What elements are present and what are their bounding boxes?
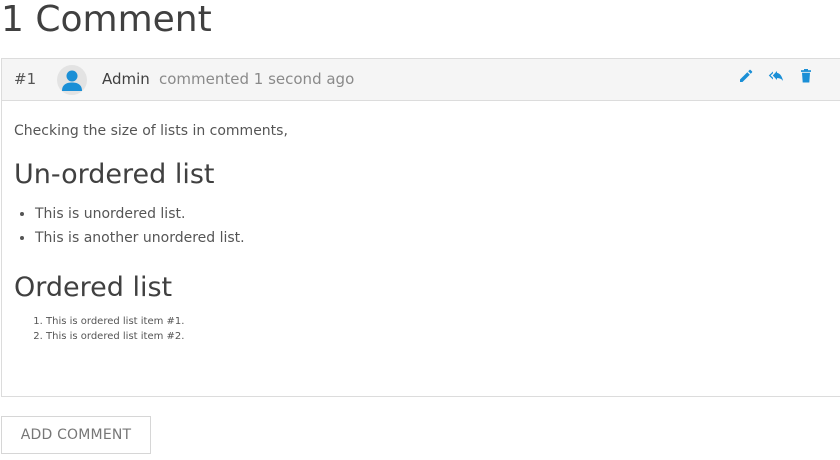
reply-all-button[interactable] <box>768 68 784 84</box>
delete-button[interactable] <box>798 68 814 84</box>
comment-actions <box>738 68 814 84</box>
ordered-list-heading: Ordered list <box>14 272 173 303</box>
list-item: This is another unordered list. <box>35 226 830 250</box>
trash-icon <box>801 69 811 83</box>
avatar <box>57 65 87 95</box>
unordered-list: This is unordered list. This is another … <box>14 202 830 250</box>
list-item: This is unordered list. <box>35 202 830 226</box>
ordered-list: This is ordered list item #1. This is or… <box>14 314 830 344</box>
user-icon <box>62 70 82 91</box>
edit-button[interactable] <box>738 68 754 84</box>
list-item: This is ordered list item #2. <box>46 329 830 344</box>
comments-count-title: 1 Comment <box>1 0 212 40</box>
comment-header: #1 Admin commented 1 second ago <box>2 59 840 101</box>
comment-author[interactable]: Admin <box>102 70 150 88</box>
comments-section: 1 Comment #1 Admin commented 1 second ag… <box>0 0 840 460</box>
list-item: This is ordered list item #1. <box>46 314 830 329</box>
comment-intro-text: Checking the size of lists in comments, <box>14 123 288 139</box>
comment-card: #1 Admin commented 1 second ago Checking… <box>1 58 840 397</box>
comment-timestamp: commented 1 second ago <box>159 70 355 88</box>
pencil-icon <box>740 69 753 82</box>
reply-all-icon <box>768 71 783 81</box>
add-comment-button[interactable]: ADD COMMENT <box>1 416 151 454</box>
comment-number: #1 <box>14 70 37 88</box>
comment-body: Checking the size of lists in comments, … <box>2 101 840 344</box>
unordered-list-heading: Un-ordered list <box>14 159 215 190</box>
